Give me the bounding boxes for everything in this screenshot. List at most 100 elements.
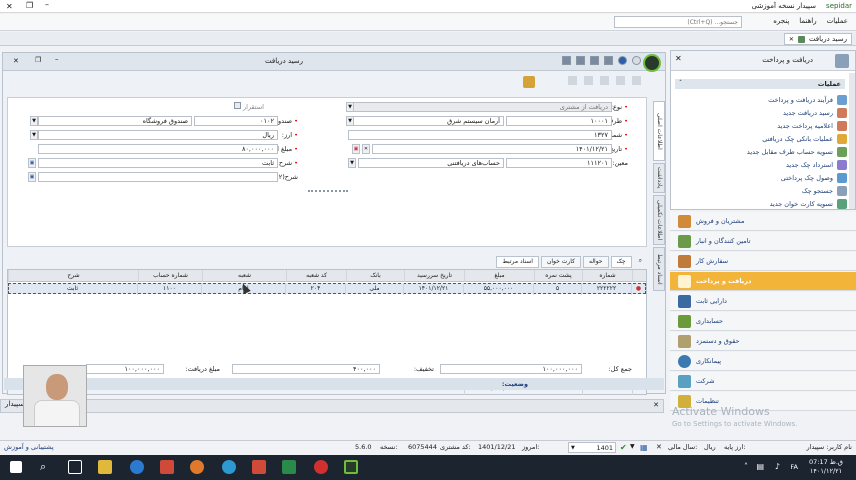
cell-account[interactable]: ۱۱۰۰	[137, 283, 201, 295]
table-row[interactable]: ● ۲۲۲۲۲۲ ۵ ۵۵,۰۰۰,۰۰۰ ۱۴۰۱/۱۲/۲۱ ملی ۲۰۴…	[7, 283, 646, 295]
print-icon[interactable]	[590, 56, 599, 65]
media-player-icon[interactable]	[252, 460, 266, 474]
op-settlement[interactable]: تسویه حساب طرف مقابل جدید	[747, 147, 833, 158]
accounting-voucher-icon[interactable]	[523, 76, 535, 88]
panel-close-icon[interactable]: ✕	[675, 54, 682, 63]
module-work-order[interactable]: سفارش کار	[670, 252, 856, 271]
volume-icon[interactable]: ♪	[775, 462, 780, 471]
op-bank-cheque[interactable]: عملیات بانکی چک دریافتی	[762, 134, 833, 145]
menu-item-window[interactable]: پنجره	[773, 17, 789, 25]
confirm-icon[interactable]: ✔	[620, 443, 627, 452]
next-record-icon[interactable]	[616, 76, 625, 85]
currency-dropdown-icon[interactable]: ▼	[30, 130, 38, 140]
search-input[interactable]	[614, 16, 742, 28]
cell-amount[interactable]: ۵۵,۰۰۰,۰۰۰	[463, 283, 533, 295]
op-cheque-search[interactable]: جستجو چک	[802, 186, 833, 197]
op-cheque-collect[interactable]: وصول چک پرداختی	[781, 173, 833, 184]
list-item[interactable]: اعلامیه پرداخت جدید	[671, 121, 849, 132]
op-cheque-return[interactable]: استرداد چک جدید	[786, 160, 833, 171]
op-process[interactable]: فرآیند دریافت و پرداخت	[768, 95, 833, 106]
number-field[interactable]: ۱۳۲۷	[348, 130, 612, 140]
cell-number[interactable]: ۲۲۲۲۲۲	[581, 283, 631, 295]
save-icon[interactable]	[562, 56, 571, 65]
start-icon[interactable]	[10, 461, 22, 473]
list-item[interactable]: استرداد چک جدید	[671, 160, 849, 171]
close-window-button[interactable]: ✕	[6, 2, 13, 11]
op-card-settlement[interactable]: تسویه کارت خوان جدید	[770, 199, 833, 210]
module-accounting[interactable]: حسابداری	[670, 312, 856, 331]
party-code-field[interactable]: ۱۰۰۰۱	[506, 116, 612, 126]
fiscal-year-select[interactable]: ▼ 1401	[568, 442, 616, 453]
previous-record-icon[interactable]	[584, 76, 593, 85]
tab-close-icon[interactable]: ✕	[789, 36, 794, 43]
module-payroll[interactable]: حقوق و دستمزد	[670, 332, 856, 351]
network-icon[interactable]: ▤	[756, 462, 764, 471]
module-fixed-assets[interactable]: دارایی ثابت	[670, 292, 856, 311]
tray-chevron-icon[interactable]: ˄	[744, 462, 748, 471]
form-restore-icon[interactable]: ❐	[35, 56, 41, 64]
grid-tab-related[interactable]: اسناد مرتبط	[496, 255, 539, 268]
list-item[interactable]: وصول چک پرداختی	[671, 173, 849, 184]
dimension-code-field[interactable]: ۱۱۱۲۰۱	[506, 158, 612, 168]
list-item[interactable]: تسویه کارت خوان جدید	[671, 199, 849, 210]
discount-field[interactable]: ۴۰۰,۰۰۰	[232, 364, 380, 374]
cell-bank[interactable]: ملی	[345, 283, 403, 295]
export-icon[interactable]	[604, 56, 613, 65]
type-dropdown-icon[interactable]: ▼	[346, 102, 354, 112]
grid-header-branch[interactable]: شعبه	[202, 270, 286, 282]
dimension-dropdown-icon[interactable]: ▼	[348, 158, 356, 168]
calculator-icon[interactable]: ▦	[640, 443, 648, 452]
language-indicator[interactable]: FA	[790, 463, 798, 471]
type-field[interactable]: دریافت از مشتری	[348, 102, 612, 112]
form-close-icon[interactable]: ✕	[13, 57, 19, 65]
grid-header-serial[interactable]: پشت نمره	[534, 270, 582, 282]
splitter-handle[interactable]	[308, 190, 348, 192]
module-suppliers[interactable]: تامین کنندگان و انبار	[670, 232, 856, 251]
side-tab-main[interactable]: اطلاعات اصلی	[653, 101, 665, 161]
grid-tab-card[interactable]: کارت خوان	[540, 255, 581, 268]
module-company[interactable]: شرکت	[670, 372, 856, 391]
restore-window-button[interactable]: ❐	[26, 1, 33, 10]
excel-icon[interactable]	[282, 460, 296, 474]
date-clear-icon[interactable]: ✕	[362, 144, 370, 154]
description-field[interactable]: ثابت	[38, 158, 278, 168]
cell-branch-code[interactable]: ۲۰۴	[285, 283, 345, 295]
party-dropdown-icon[interactable]: ▼	[346, 116, 354, 126]
grid-header-amount[interactable]: مبلغ	[464, 270, 534, 282]
refresh-icon[interactable]	[600, 76, 609, 85]
arrow-down-icon[interactable]: ▼	[630, 443, 635, 450]
file-explorer-icon[interactable]	[98, 460, 112, 474]
tab-receipt[interactable]: رسید دریافت ✕	[783, 33, 852, 45]
minimize-window-button[interactable]: –	[45, 0, 49, 9]
panel-section-collapse-icon[interactable]: ˆ	[679, 80, 682, 87]
description2-save-icon[interactable]: ▣	[28, 172, 36, 182]
save-new-icon[interactable]	[576, 56, 585, 65]
side-tab-notes[interactable]: یادداشت	[653, 163, 665, 193]
date-picker-icon[interactable]: ▣	[352, 144, 360, 154]
task-view-icon[interactable]	[68, 460, 82, 474]
form-minimize-icon[interactable]: –	[55, 55, 59, 63]
menu-item-operations[interactable]: عملیات	[827, 17, 848, 25]
grid-header-account[interactable]: شماره حساب	[138, 270, 202, 282]
sepidar-taskbar-icon[interactable]	[344, 460, 358, 474]
list-item[interactable]: جستجو چک	[671, 186, 849, 197]
grid-header-number[interactable]: شماره	[582, 270, 632, 282]
list-item[interactable]: تسویه حساب طرف مقابل جدید	[671, 147, 849, 158]
grid-search-icon[interactable]: ⌕	[634, 256, 647, 268]
list-item[interactable]: عملیات بانکی چک دریافتی	[671, 134, 849, 145]
clock[interactable]: ق.ظ 07:17 ۱۴۰۱/۱۲/۲۱	[806, 458, 846, 476]
cashbox-name-field[interactable]: صندوق فروشگاه	[38, 116, 192, 126]
cell-due-date[interactable]: ۱۴۰۱/۱۲/۲۱	[403, 283, 463, 295]
dimension-name-field[interactable]: حساب‌های دریافتنی	[358, 158, 504, 168]
secondary-close-icon[interactable]: ✕	[653, 401, 659, 409]
module-sales[interactable]: مشتریان و فروش	[670, 212, 856, 231]
taskbar-search-icon[interactable]: ⌕	[40, 460, 54, 474]
list-item[interactable]: رسید دریافت جدید	[671, 108, 849, 119]
edge-browser-icon[interactable]	[222, 460, 236, 474]
recorder-icon[interactable]	[314, 460, 328, 474]
cashbox-code-field[interactable]: ۰۱۰۲	[194, 116, 278, 126]
side-tab-related[interactable]: اسناد مرتبط	[653, 247, 665, 291]
grid-header-branch-code[interactable]: کد شعبه	[286, 270, 346, 282]
cell-description[interactable]: ثابت	[7, 283, 137, 295]
edge-icon[interactable]	[130, 460, 144, 474]
